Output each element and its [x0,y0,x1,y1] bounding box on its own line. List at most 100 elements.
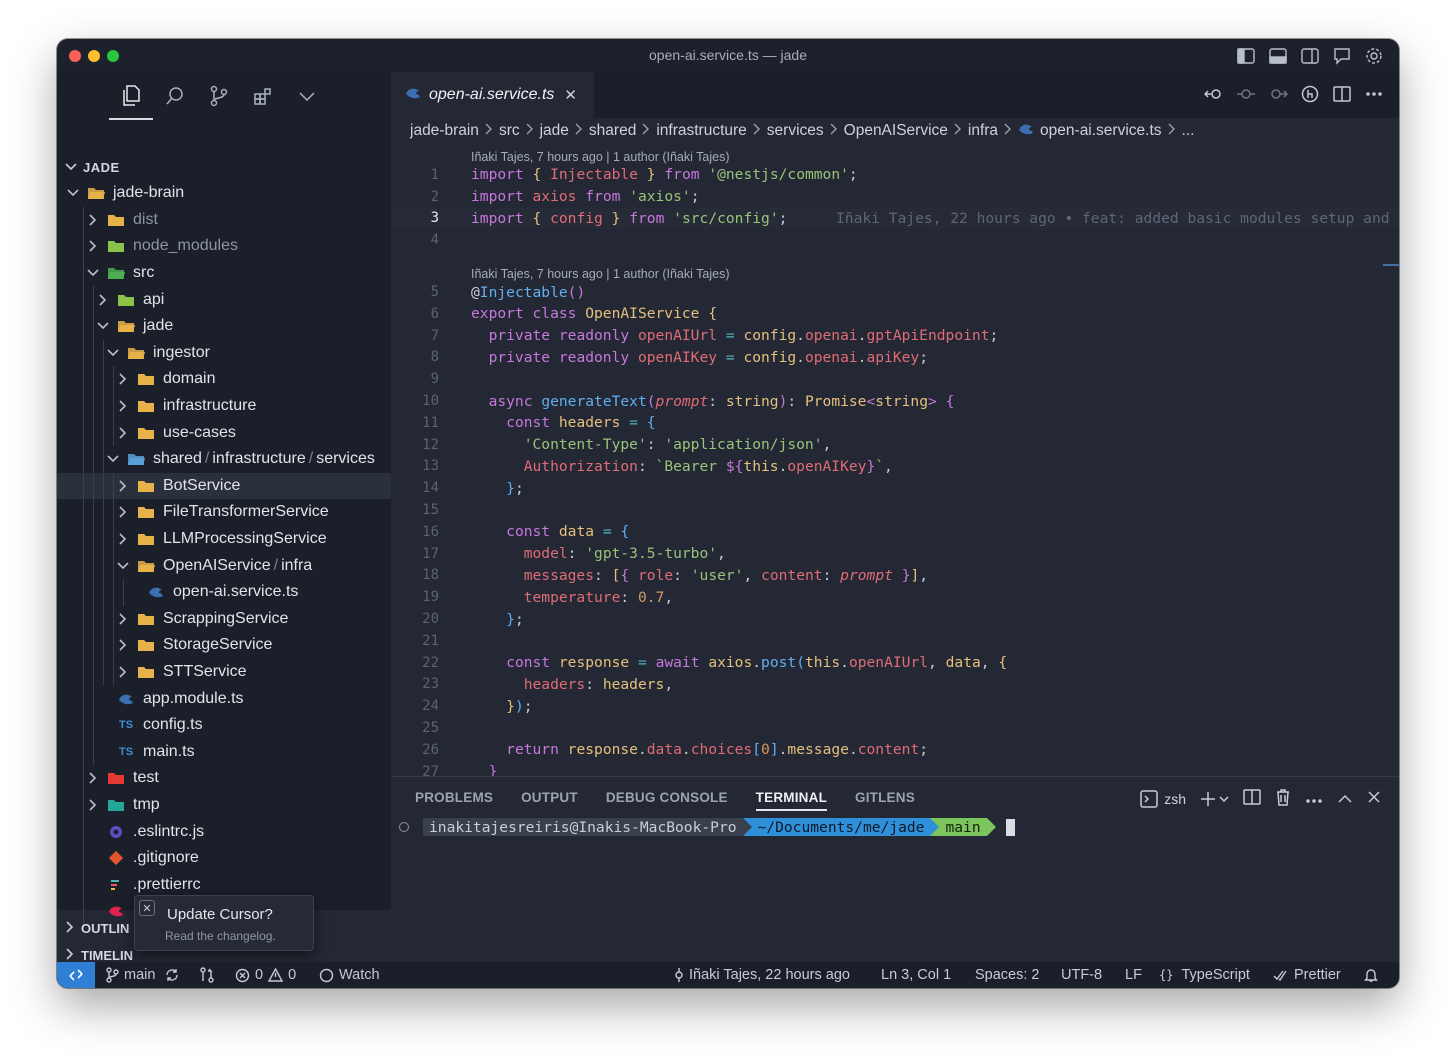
indent-guide [83,445,84,473]
tree-item[interactable]: domain [57,366,391,393]
indent-guide [93,632,94,659]
remote-indicator[interactable] [57,962,95,988]
indentation[interactable]: Spaces: 2 [975,962,1040,988]
tree-item[interactable]: TS main.ts [57,738,391,766]
tree-item[interactable]: ingestor [57,339,391,367]
tree-item[interactable]: api [57,286,391,313]
maximize-panel-chevron-up-icon[interactable] [1337,791,1353,807]
toggle-primary-sidebar-icon[interactable] [1235,45,1257,67]
files-icon[interactable] [109,82,153,120]
tree-item[interactable]: jade-brain [57,180,391,207]
go-back-icon[interactable] [1203,83,1225,105]
cursor-position[interactable]: Ln 3, Col 1 [881,962,951,988]
line-number: 3 [430,210,439,227]
terminal-shell-selector[interactable]: zsh [1140,789,1186,808]
settings-gear-icon[interactable] [1363,45,1385,67]
breadcrumb-item[interactable]: jade-brain [410,122,479,140]
go-forward-icon[interactable] [1267,83,1289,105]
extensions-icon[interactable] [249,82,277,110]
breadcrumb-item[interactable]: jade [540,122,569,140]
panel-tab-terminal[interactable]: TERMINAL [755,790,828,811]
tree-item[interactable]: node_modules [57,233,391,260]
update-notification[interactable]: ✕ Update Cursor? Read the changelog. [134,895,314,951]
breadcrumb-item[interactable]: services [767,122,824,140]
breadcrumb-item[interactable]: shared [589,122,636,140]
tree-item[interactable]: shared / infrastructure / services [57,445,391,473]
source-control-icon[interactable] [205,82,233,110]
tree-item[interactable]: test [57,765,391,792]
tree-item[interactable]: .eslintrc.js [57,818,391,845]
tree-item[interactable]: STTService [57,658,391,686]
language-mode[interactable]: {} TypeScript [1159,962,1250,988]
encoding[interactable]: UTF-8 [1061,962,1102,988]
tree-item[interactable]: jade [57,312,391,340]
breadcrumb-item[interactable]: OpenAIService [844,122,948,140]
close-panel-icon[interactable] [1367,790,1381,807]
tree-item-label: .prettierrc [133,875,201,893]
end-of-line[interactable]: LF [1125,962,1142,988]
breadcrumb-item[interactable]: open-ai.service.ts [1040,122,1161,140]
tree-item[interactable]: infrastructure [57,392,391,420]
tree-item[interactable]: .gitignore [57,844,391,872]
git-branch-item[interactable]: main [105,962,180,988]
feedback-icon[interactable] [1331,45,1353,67]
breadcrumb-item[interactable]: src [499,122,520,140]
split-editor-icon[interactable] [1331,83,1353,105]
new-terminal-icon[interactable] [1200,791,1229,807]
panel-tab-gitlens[interactable]: GITLENS [855,790,915,811]
explorer-workspace-header[interactable]: JADE [57,152,391,182]
panel-tab-debug-console[interactable]: DEBUG CONSOLE [606,790,728,811]
folder-icon [137,425,155,441]
gitlens-inspect-icon[interactable] [1299,83,1321,105]
watch-item[interactable]: Watch [319,962,380,988]
line-number: 7 [430,327,439,344]
breadcrumb-item[interactable]: ... [1182,122,1195,140]
changelog-link[interactable]: Read the changelog. [165,929,276,943]
chevron-right-icon [526,122,534,140]
tree-item-label: LLMProcessingService [163,530,327,548]
tree-item[interactable]: OpenAIService / infra [57,552,391,579]
tree-item[interactable]: dist [57,206,391,234]
tree-item[interactable]: LLMProcessingService [57,525,391,553]
tree-item[interactable]: app.module.ts [57,685,391,712]
search-icon[interactable] [161,82,189,110]
tree-item[interactable]: TS config.ts [57,711,391,739]
close-tab-icon[interactable]: ✕ [564,86,577,104]
code-line: 'Content-Type': 'application/json', [523,436,832,454]
codelens-authors[interactable]: Iñaki Tajes, 7 hours ago | 1 author (Iña… [391,144,1399,164]
kill-terminal-trash-icon[interactable] [1275,788,1291,809]
tree-item[interactable]: ScrappingService [57,605,391,633]
more-actions-icon[interactable] [1305,791,1323,807]
tree-item[interactable]: tmp [57,791,391,819]
blame-item[interactable]: Iñaki Tajes, 22 hours ago [674,962,850,988]
panel-tab-problems[interactable]: PROBLEMS [415,790,493,811]
prompt-path: ~/Documents/me/jade [751,818,931,836]
toggle-panel-icon[interactable] [1267,45,1289,67]
chevron-right-icon [85,212,101,228]
breadcrumb-item[interactable]: infrastructure [656,122,746,140]
panel-tab-output[interactable]: OUTPUT [521,790,578,811]
breadcrumb-item[interactable]: infra [968,122,998,140]
terminal-prompt[interactable]: inakitajesreiris@Inakis-MacBook-Pro ~/Do… [399,817,1015,837]
toggle-secondary-sidebar-icon[interactable] [1299,45,1321,67]
tab-open-ai-service[interactable]: open-ai.service.ts ✕ [391,72,594,118]
compare-changes-icon[interactable] [1235,83,1257,105]
problems-item[interactable]: 0 0 [235,962,296,988]
tree-item[interactable]: FileTransformerService [57,499,391,526]
tree-item-label: open-ai.service.ts [173,583,299,601]
tree-item[interactable]: open-ai.service.ts [57,578,391,606]
more-actions-icon[interactable] [1363,83,1385,105]
code-editor[interactable]: Iñaki Tajes, 7 hours ago | 1 author (Iña… [391,144,1399,776]
chevron-down-icon[interactable] [293,82,321,110]
close-notification-button[interactable]: ✕ [139,900,155,916]
formatter-item[interactable]: Prettier [1273,962,1341,988]
tree-item[interactable]: StorageService [57,632,391,659]
notifications-bell-icon[interactable] [1363,962,1379,988]
tree-item[interactable]: src [57,259,391,287]
indent-guide [103,578,104,606]
tree-item[interactable]: use-cases [57,419,391,446]
codelens-authors[interactable]: Iñaki Tajes, 7 hours ago | 1 author (Iña… [391,251,1399,281]
split-terminal-icon[interactable] [1243,789,1261,808]
tree-item[interactable]: BotService [57,472,391,500]
git-graph-item[interactable] [199,962,215,988]
